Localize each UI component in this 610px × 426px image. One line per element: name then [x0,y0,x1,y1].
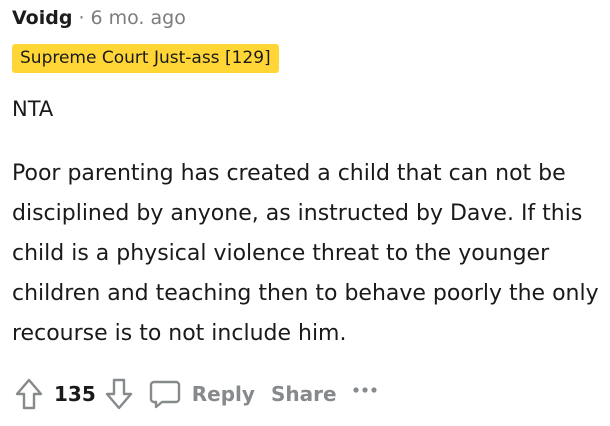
user-flair: Supreme Court Just-ass [129] [12,44,279,73]
comment-meta: Voidg · 6 mo. ago [12,6,186,30]
reply-label: Reply [191,382,255,406]
author-name[interactable]: Voidg [12,6,72,30]
comment-timestamp[interactable]: 6 mo. ago [90,6,185,30]
upvote-button[interactable] [10,372,48,416]
comment-action-bar: 135 Reply Share [10,372,387,416]
comment-paragraph-body: Poor parenting has created a child that … [12,161,599,346]
vote-score: 135 [54,382,96,406]
share-label: Share [270,382,337,406]
comment-paragraph-verdict: NTA [12,97,54,121]
ellipsis-icon [352,387,377,393]
more-options-button[interactable] [345,372,387,416]
downvote-icon [105,378,132,410]
meta-separator: · [78,7,85,29]
upvote-icon [15,378,43,410]
speech-bubble-icon [149,380,180,409]
comment: Voidg · 6 mo. ago Supreme Court Just-ass… [0,0,610,426]
share-button[interactable]: Share [263,372,345,416]
downvote-button[interactable] [100,372,138,416]
reply-button[interactable]: Reply [144,372,263,416]
